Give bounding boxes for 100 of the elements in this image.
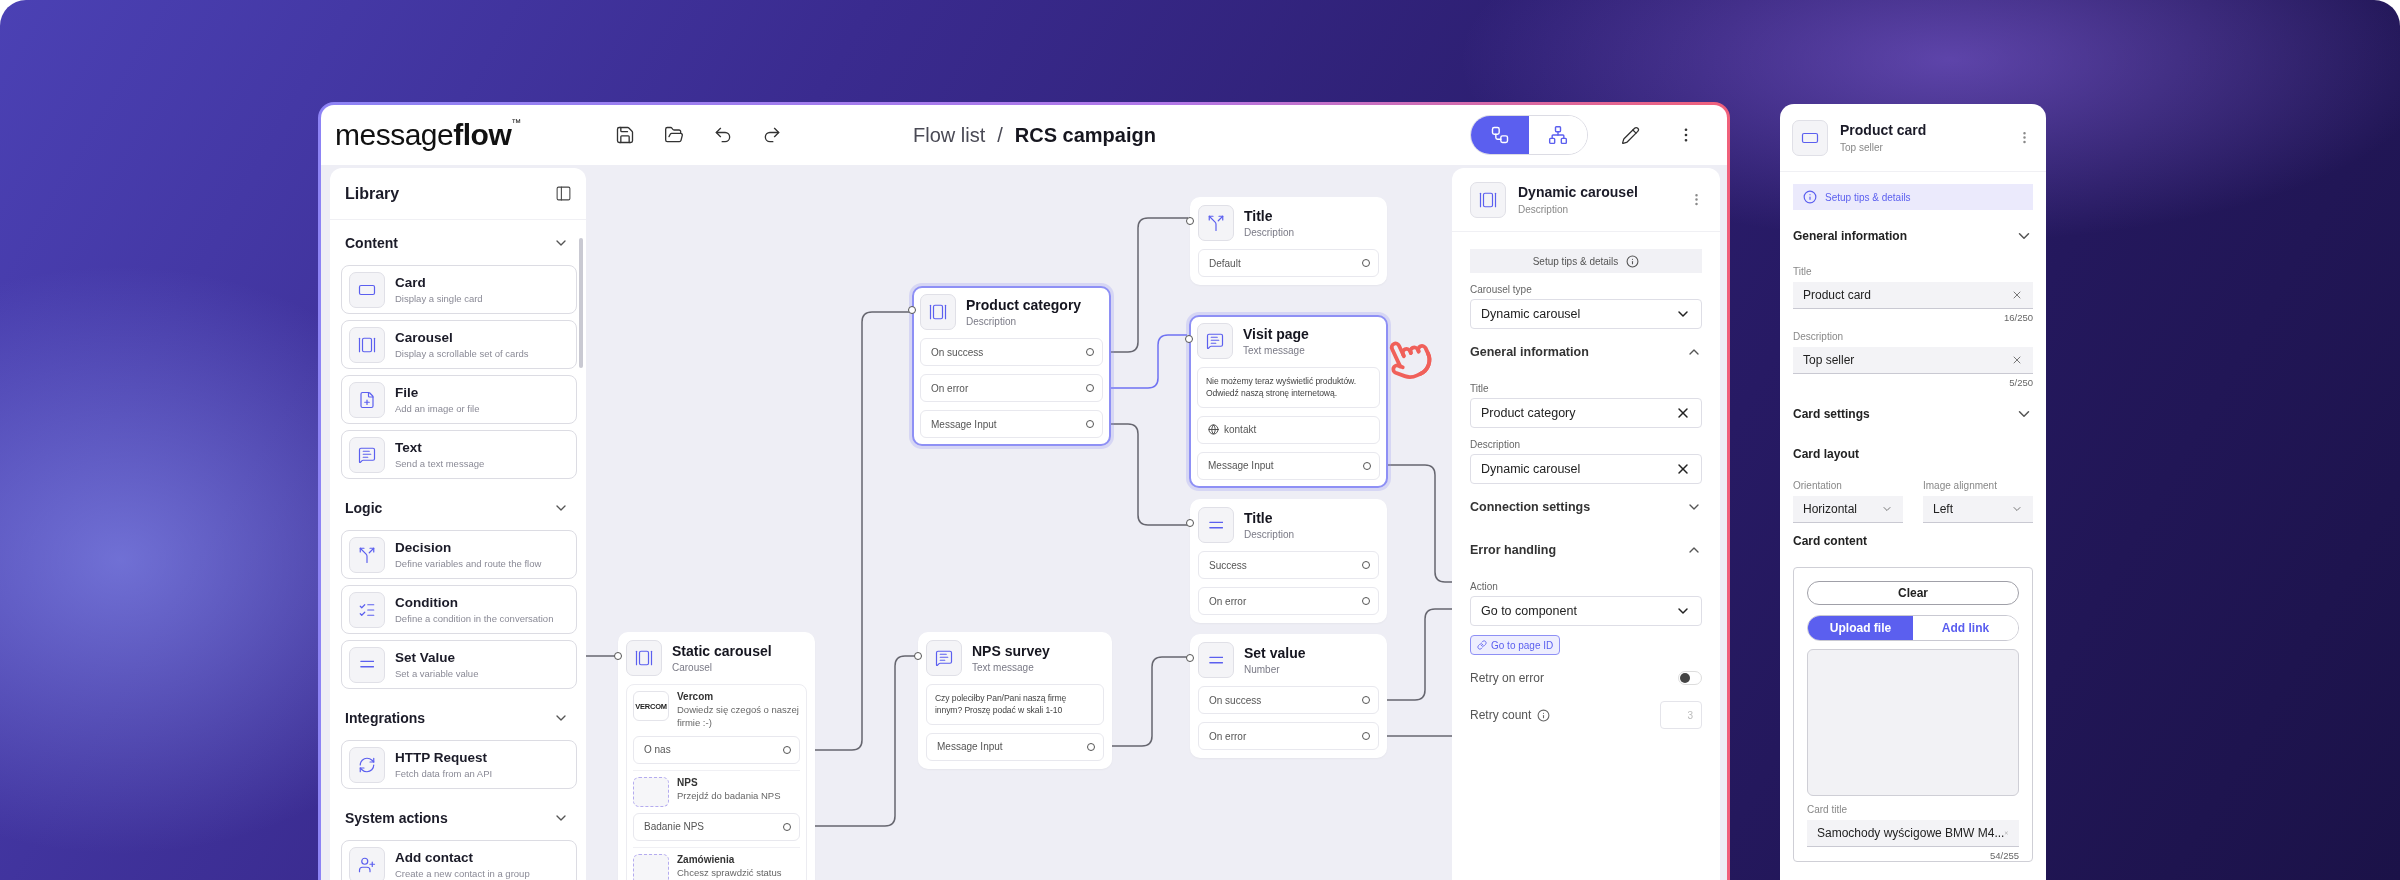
output-row[interactable]: Success: [1198, 551, 1379, 579]
node-subtitle: Description: [1244, 227, 1295, 238]
section-title: General information: [1793, 229, 1908, 243]
port-dot[interactable]: [1086, 348, 1094, 356]
tips-button[interactable]: Setup tips & details: [1470, 249, 1702, 273]
output-row[interactable]: Message Input: [1197, 451, 1380, 480]
text-field[interactable]: Product card: [1793, 282, 2033, 309]
tips-button[interactable]: Setup tips & details: [1793, 184, 2033, 210]
equals-icon: [1208, 520, 1224, 530]
port-dot[interactable]: [1362, 696, 1370, 704]
toggle-switch[interactable]: [1678, 671, 1702, 685]
section-title: Card settings: [1793, 407, 1870, 421]
output-row[interactable]: On success: [920, 338, 1103, 366]
info-icon[interactable]: [1537, 708, 1551, 722]
library-item[interactable]: Decision Define variables and route the flow: [341, 530, 577, 579]
dropdown[interactable]: Left: [1923, 496, 2033, 523]
library-item[interactable]: Carousel Display a scrollable set of cards: [341, 320, 577, 369]
text-field[interactable]: Dynamic carousel: [1470, 454, 1702, 484]
library-item[interactable]: Text Send a text message: [341, 430, 577, 479]
library-item[interactable]: Condition Define a condition in the conversation: [341, 585, 577, 634]
dropdown[interactable]: Horizontal: [1793, 496, 1903, 523]
port-dot[interactable]: [783, 745, 791, 754]
dropdown[interactable]: Go to component: [1470, 596, 1702, 626]
clear-icon[interactable]: [1675, 461, 1691, 477]
library-item[interactable]: HTTP Request Fetch data from an API: [341, 740, 577, 789]
number-field[interactable]: 3: [1660, 701, 1702, 729]
text-field[interactable]: Product category: [1470, 398, 1702, 428]
output-row[interactable]: O nas: [633, 735, 800, 764]
link-label: kontakt: [1224, 424, 1257, 436]
port-dot[interactable]: [783, 822, 791, 831]
port-dot[interactable]: [1086, 420, 1094, 428]
port-dot[interactable]: [1086, 384, 1094, 392]
output-row[interactable]: On error: [1198, 722, 1379, 750]
globe-icon: [1208, 424, 1219, 436]
output-row[interactable]: Default: [1198, 249, 1379, 277]
node-title: Title: [1244, 208, 1274, 224]
output-row[interactable]: Message Input: [920, 410, 1103, 438]
port-dot[interactable]: [1362, 259, 1370, 267]
section-title: Connection settings: [1470, 500, 1591, 514]
port-dot[interactable]: [1362, 597, 1370, 605]
breadcrumb-link[interactable]: Flow list: [913, 123, 986, 147]
row-label: O nas: [644, 744, 671, 756]
output-row[interactable]: On success: [1198, 686, 1379, 714]
library-item[interactable]: File Add an image or file: [341, 375, 577, 424]
row-label: On error: [1209, 595, 1247, 607]
output-row[interactable]: On error: [1198, 587, 1379, 615]
row-label: Default: [1209, 257, 1241, 269]
logo: messageflow$^{™}$: [335, 118, 522, 152]
output-row[interactable]: Badanie NPS: [633, 812, 800, 841]
flow-view-button[interactable]: [1471, 116, 1529, 154]
node-title: Visit page: [1243, 326, 1309, 342]
library-item[interactable]: Add contact Create a new contact in a group: [341, 840, 577, 880]
sidebar-toggle-icon[interactable]: [555, 185, 572, 202]
panel-title: Dynamic carousel: [1518, 184, 1639, 200]
port-dot[interactable]: [1363, 461, 1371, 470]
flow-icon: [1490, 125, 1510, 145]
connector-line: [585, 655, 617, 657]
link-chip[interactable]: Go to page ID: [1470, 635, 1561, 655]
field-label: Title: [1793, 266, 1813, 277]
clear-icon[interactable]: [1675, 405, 1691, 421]
port-dot[interactable]: [1186, 519, 1194, 527]
section-title: Content: [345, 234, 398, 251]
image-placeholder: [633, 776, 669, 807]
port-dot[interactable]: [908, 306, 916, 314]
segment-tab[interactable]: Upload file: [1808, 616, 1913, 640]
info-icon: [1803, 190, 1817, 204]
port-dot[interactable]: [1362, 561, 1370, 569]
section-heading: Card content: [1793, 533, 1868, 550]
field-label: Orientation: [1793, 480, 1843, 491]
text-field[interactable]: Samochody wyścigowe BMW M4...: [1807, 820, 2019, 847]
port-dot[interactable]: [1087, 742, 1095, 751]
port-dot[interactable]: [1362, 732, 1370, 740]
port-dot[interactable]: [914, 652, 922, 660]
breadcrumb-link[interactable]: RCS campaign: [1014, 123, 1156, 147]
output-row[interactable]: Message Input: [926, 732, 1104, 761]
node-title: Product category: [966, 297, 1082, 313]
split-arrows-icon: [1207, 214, 1225, 232]
node-subtitle: Text message: [972, 662, 1035, 673]
row-label: Badanie NPS: [644, 821, 705, 833]
library-item[interactable]: Card Display a single card: [341, 265, 577, 314]
port-dot[interactable]: [1186, 217, 1194, 225]
text-field[interactable]: Top seller: [1793, 347, 2033, 374]
field-label: Description: [1470, 439, 1522, 450]
message-icon: [935, 649, 953, 667]
port-dot[interactable]: [614, 652, 622, 660]
port-dot[interactable]: [1185, 335, 1193, 343]
dropdown[interactable]: Dynamic carousel: [1470, 299, 1702, 329]
row-label: On error: [1209, 730, 1247, 742]
clear-button[interactable]: Clear: [1807, 581, 2019, 605]
field-label: Image alignment: [1923, 480, 1998, 491]
port-dot[interactable]: [1186, 654, 1194, 662]
output-row[interactable]: On error: [920, 374, 1103, 402]
scrollbar-thumb[interactable]: [579, 238, 583, 368]
link-row[interactable]: kontakt: [1197, 415, 1380, 444]
node-subtitle: Text message: [1243, 345, 1306, 356]
equals-icon: [359, 660, 375, 669]
panel-title: Product card: [1840, 122, 1928, 138]
card-text: Chcesz sprawdzić status: [677, 866, 782, 880]
library-item[interactable]: Set Value Set a variable value: [341, 640, 577, 689]
card-text: Dowiedz się czegoś o naszej firmie :-): [677, 704, 800, 730]
